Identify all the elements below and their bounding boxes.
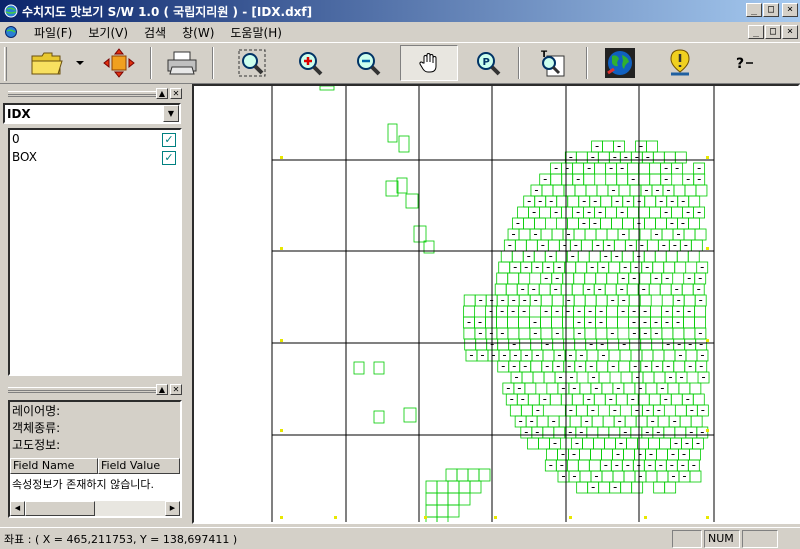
menu-bar: 파일(F) 보기(V) 검색 창(W) 도움말(H) _ □ × bbox=[0, 22, 800, 42]
menu-view[interactable]: 보기(V) bbox=[80, 24, 136, 41]
info-panel-header: ▲ ✕ bbox=[6, 384, 186, 396]
coordinate-readout: 좌표 : ( X = 465,211753, Y = 138,697411 ) bbox=[4, 531, 237, 547]
layer-panel-header: ▲ ✕ bbox=[6, 88, 186, 100]
status-pane-empty bbox=[742, 530, 778, 548]
zoom-out-icon bbox=[354, 49, 382, 77]
zoom-out-button[interactable] bbox=[346, 45, 390, 81]
menu-help[interactable]: 도움말(H) bbox=[222, 24, 290, 41]
field-value-column[interactable]: Field Value bbox=[98, 458, 180, 474]
layer-name-label: 레이어명: bbox=[12, 403, 178, 420]
globe-icon bbox=[604, 47, 636, 79]
print-button[interactable] bbox=[160, 45, 204, 81]
text-magnifier-icon: T bbox=[537, 48, 567, 78]
file-select[interactable]: IDX ▼ bbox=[3, 103, 181, 124]
window-title: 수치지도 맛보기 S/W 1.0 ( 국립지리원 ) - [IDX.dxf] bbox=[22, 3, 312, 20]
object-type-label: 객체종류: bbox=[12, 420, 178, 437]
minimize-button[interactable]: _ bbox=[746, 3, 762, 17]
child-minimize-button[interactable]: _ bbox=[748, 25, 764, 39]
toolbar-separator bbox=[586, 47, 588, 79]
extent-button[interactable] bbox=[98, 45, 140, 81]
layer-visible-checkbox[interactable]: ✓ bbox=[162, 151, 176, 165]
scroll-thumb[interactable] bbox=[25, 501, 95, 516]
file-select-value: IDX bbox=[5, 107, 163, 121]
child-restore-button[interactable]: □ bbox=[765, 25, 781, 39]
zoom-extent-button[interactable] bbox=[230, 45, 274, 81]
layer-list: 0 ✓ BOX ✓ bbox=[8, 128, 182, 376]
app-globe-icon bbox=[4, 4, 18, 18]
panel-collapse-button[interactable]: ▲ bbox=[156, 384, 168, 395]
maximize-button[interactable]: □ bbox=[763, 3, 779, 17]
menu-file[interactable]: 파일(F) bbox=[26, 24, 80, 41]
attribute-grid-header: Field Name Field Value bbox=[10, 458, 180, 474]
attribute-panel: 레이어명: 객체종류: 고도정보: Field Name Field Value… bbox=[8, 400, 182, 518]
folder-icon bbox=[30, 49, 64, 77]
status-bar: 좌표 : ( X = 465,211753, Y = 138,697411 ) … bbox=[0, 527, 800, 549]
num-lock-indicator: NUM bbox=[704, 530, 740, 548]
alert-icon bbox=[665, 48, 695, 78]
elevation-label: 고도정보: bbox=[12, 437, 178, 454]
toolbar-separator bbox=[212, 47, 214, 79]
layer-name: BOX bbox=[12, 150, 37, 164]
panel-close-button[interactable]: ✕ bbox=[170, 88, 182, 99]
parking-search-button[interactable]: P bbox=[466, 45, 510, 81]
layer-visible-checkbox[interactable]: ✓ bbox=[162, 133, 176, 147]
map-view[interactable] bbox=[192, 84, 800, 524]
layer-row[interactable]: 0 ✓ bbox=[10, 130, 180, 148]
map-canvas[interactable] bbox=[194, 86, 798, 522]
pan-button[interactable] bbox=[400, 45, 458, 81]
no-attributes-message: 속성정보가 존재하지 않습니다. bbox=[12, 476, 154, 492]
title-bar: 수치지도 맛보기 S/W 1.0 ( 국립지리원 ) - [IDX.dxf] _… bbox=[0, 0, 800, 22]
open-dropdown-button[interactable] bbox=[72, 45, 88, 81]
close-button[interactable]: × bbox=[782, 3, 798, 17]
panel-close-button[interactable]: ✕ bbox=[170, 384, 182, 395]
svg-text:P: P bbox=[483, 57, 490, 68]
help-icon: ? bbox=[733, 53, 757, 73]
globe-button[interactable] bbox=[596, 45, 644, 81]
alert-button[interactable] bbox=[656, 45, 704, 81]
status-pane-empty bbox=[672, 530, 702, 548]
field-name-column[interactable]: Field Name bbox=[10, 458, 98, 474]
scroll-left-icon[interactable]: ◀ bbox=[10, 501, 25, 516]
chevron-down-icon[interactable]: ▼ bbox=[163, 105, 179, 122]
move-arrows-icon bbox=[103, 48, 135, 78]
horizontal-scrollbar[interactable]: ◀ ▶ bbox=[10, 501, 180, 516]
zoom-in-icon bbox=[296, 49, 324, 77]
toolbar: P T ? bbox=[0, 42, 800, 84]
toolbar-separator bbox=[150, 47, 152, 79]
toolbar-separator bbox=[518, 47, 520, 79]
p-magnifier-icon: P bbox=[474, 49, 502, 77]
svg-text:?: ? bbox=[736, 56, 744, 72]
resize-grip[interactable] bbox=[780, 530, 798, 548]
open-button[interactable] bbox=[26, 45, 68, 81]
help-button[interactable]: ? bbox=[720, 45, 770, 81]
panel-grip[interactable] bbox=[8, 91, 156, 97]
zoom-in-button[interactable] bbox=[288, 45, 332, 81]
menu-search[interactable]: 검색 bbox=[136, 24, 174, 41]
layer-row[interactable]: BOX ✓ bbox=[10, 148, 180, 166]
printer-icon bbox=[165, 49, 199, 77]
layer-name: 0 bbox=[12, 132, 20, 146]
panel-grip[interactable] bbox=[8, 387, 156, 393]
document-icon[interactable] bbox=[4, 25, 18, 39]
hand-icon bbox=[418, 52, 440, 74]
menu-window[interactable]: 창(W) bbox=[174, 24, 222, 41]
text-search-button[interactable]: T bbox=[528, 45, 576, 81]
panel-collapse-button[interactable]: ▲ bbox=[156, 88, 168, 99]
toolbar-grip[interactable] bbox=[4, 47, 7, 81]
zoom-box-icon bbox=[237, 48, 267, 78]
dropdown-arrow-icon bbox=[76, 60, 84, 66]
scroll-right-icon[interactable]: ▶ bbox=[165, 501, 180, 516]
child-close-button[interactable]: × bbox=[782, 25, 798, 39]
